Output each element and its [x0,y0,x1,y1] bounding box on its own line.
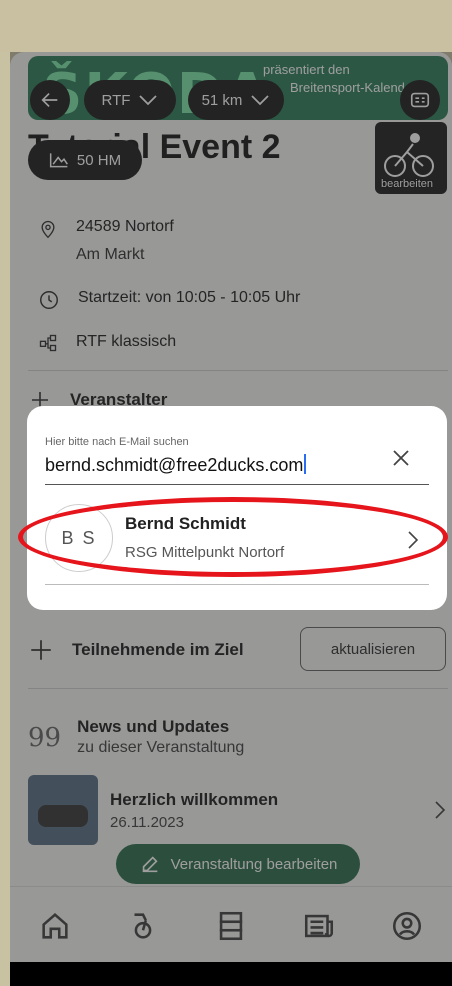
member-search-dialog: Hier bitte nach E-Mail suchen bernd.schm… [27,406,447,610]
chevron-right-icon [405,528,421,557]
result-name: Bernd Schmidt [125,514,246,533]
divider [45,584,429,585]
result-club: RSG Mittelpunkt Nortorf [125,544,285,561]
search-field-label: Hier bitte nach E-Mail suchen [45,436,189,448]
text-caret [304,454,307,474]
search-result-item[interactable]: B S Bernd Schmidt RSG Mittelpunkt Nortor… [45,504,429,578]
input-underline [45,484,429,485]
system-navigation-bar [10,962,452,986]
email-search-value: bernd.schmidt@free2ducks.com [45,455,304,475]
email-search-input[interactable]: bernd.schmidt@free2ducks.com [45,454,307,476]
close-icon [393,450,409,466]
clear-search-button[interactable] [389,446,413,470]
status-strip [0,0,452,52]
avatar: B S [45,504,113,572]
